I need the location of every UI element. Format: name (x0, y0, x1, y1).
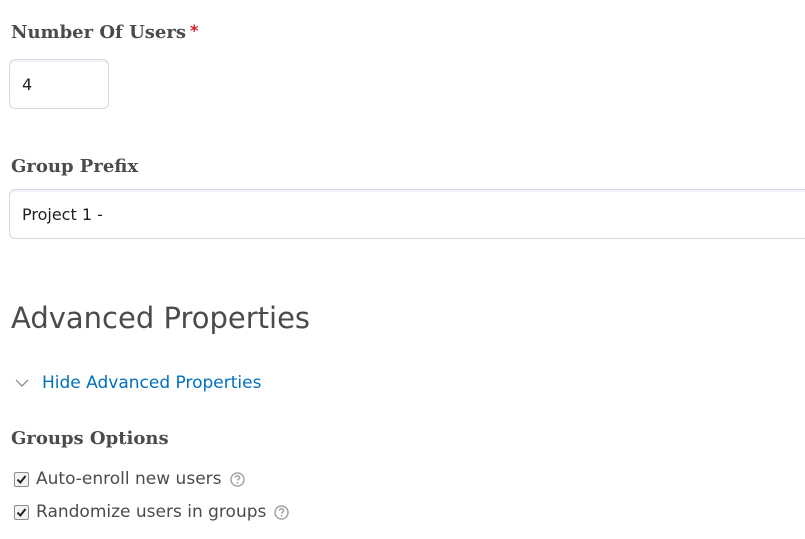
number-of-users-input[interactable] (9, 59, 109, 109)
number-of-users-label: Number Of Users * (11, 21, 199, 43)
number-of-users-label-text: Number Of Users (11, 22, 186, 43)
auto-enroll-option: Auto-enroll new users (14, 469, 245, 489)
help-icon[interactable] (274, 504, 290, 520)
help-icon[interactable] (229, 471, 245, 487)
randomize-option: Randomize users in groups (14, 502, 290, 522)
checkmark-icon (16, 507, 27, 517)
group-prefix-input[interactable] (9, 189, 805, 239)
randomize-label: Randomize users in groups (36, 502, 267, 522)
groups-options-label: Groups Options (11, 428, 169, 449)
required-indicator: * (189, 21, 199, 40)
chevron-down-icon (14, 375, 30, 391)
checkmark-icon (16, 474, 27, 484)
hide-advanced-properties-link[interactable]: Hide Advanced Properties (14, 373, 261, 393)
advanced-properties-heading: Advanced Properties (11, 301, 311, 335)
auto-enroll-label: Auto-enroll new users (36, 469, 222, 489)
group-prefix-label: Group Prefix (11, 156, 139, 177)
randomize-checkbox[interactable] (14, 504, 29, 520)
hide-advanced-properties-label: Hide Advanced Properties (42, 373, 262, 393)
auto-enroll-checkbox[interactable] (14, 471, 29, 487)
